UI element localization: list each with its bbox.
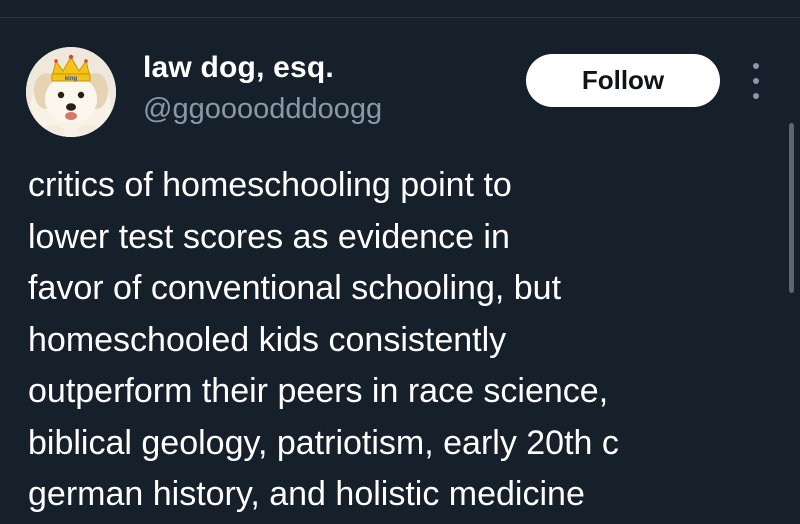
author-display-name[interactable]: law dog, esq. <box>143 51 334 85</box>
tweet-text-line: outperform their peers in race science, <box>28 372 609 410</box>
more-vertical-icon[interactable] <box>748 63 764 99</box>
top-divider <box>0 0 800 18</box>
author-handle[interactable]: @ggoooodddoogg <box>143 93 382 126</box>
tweet-text-line: favor of conventional schooling, but <box>28 269 562 307</box>
tweet-text-line: lower test scores as evidence in <box>28 217 510 256</box>
avatar[interactable]: king <box>26 47 116 137</box>
tweet-text-line: biblical geology, patriotism, early 20th… <box>28 423 619 462</box>
dog-avatar-image: king <box>26 47 116 137</box>
scrollbar[interactable] <box>789 123 794 293</box>
tweet-text-line: homeschooled kids consistently <box>28 320 507 359</box>
tweet-text-line: critics of homeschooling point to <box>28 166 512 204</box>
tweet-text-line: german history, and holistic medicine <box>28 475 585 513</box>
follow-button[interactable]: Follow <box>526 54 720 107</box>
crown-label: king <box>65 76 78 82</box>
tweet: king law dog, esq. @ggoooodddoogg Follow… <box>0 19 800 524</box>
tweet-text: critics of homeschooling point to lower … <box>28 160 778 521</box>
